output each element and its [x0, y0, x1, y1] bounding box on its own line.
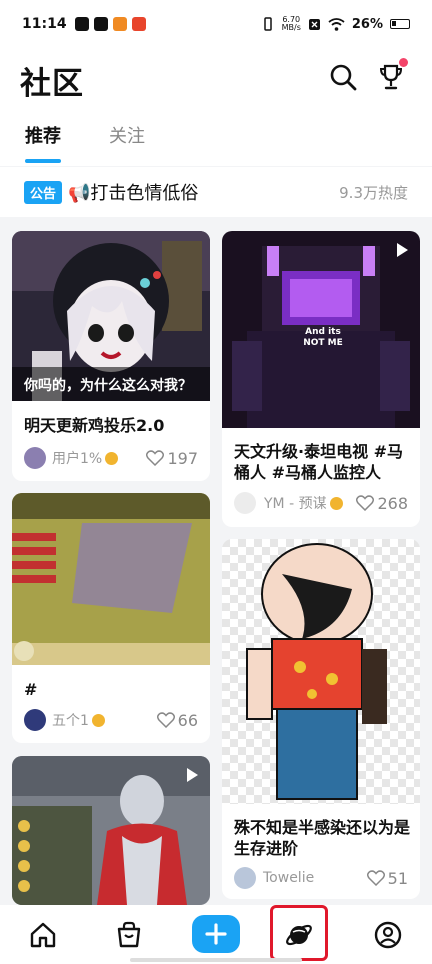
post-image — [222, 539, 420, 804]
user-icon — [374, 921, 402, 949]
post-card[interactable]: 殊不知是半感染还以为是生存进阶 Towelie 51 — [222, 539, 420, 899]
play-icon — [187, 768, 198, 782]
trophy-button[interactable] — [374, 58, 408, 94]
image-caption: 你吗的，为什么这么对我？ — [12, 367, 210, 401]
like-count: 66 — [177, 710, 198, 730]
home-indicator[interactable] — [130, 958, 302, 962]
tiktok-icon — [74, 17, 89, 31]
nav-profile[interactable] — [366, 913, 410, 957]
verified-icon — [91, 713, 105, 727]
battery-icon — [390, 19, 410, 29]
planet-icon — [286, 924, 312, 946]
like-button[interactable]: 66 — [156, 710, 198, 730]
battery-level: 26% — [351, 16, 383, 32]
tab-follow[interactable]: 关注 — [109, 123, 145, 163]
author-name[interactable]: 用户1% — [52, 448, 102, 468]
post-title: 明天更新鸡投乐2.0 — [24, 416, 165, 435]
announcement-text: 📢打击色情低俗 — [68, 183, 199, 204]
community-screen: 11:14 6.70 MB/s 26% 社区 推荐 关注 公告 📢打击色情低俗 … — [0, 0, 432, 964]
net-speed: 6.70 MB/s — [282, 16, 301, 32]
post-meta: YM - 预谋 268 — [234, 492, 408, 514]
avatar[interactable] — [24, 447, 46, 469]
heart-icon — [366, 870, 385, 886]
post-title: 殊不知是半感染还以为是生存进阶 — [234, 818, 411, 858]
avatar[interactable] — [24, 709, 46, 731]
announcement-heat: 9.3万热度 — [339, 183, 408, 202]
net-speed-unit: MB/s — [281, 23, 301, 32]
post-title: # — [24, 680, 38, 699]
like-button[interactable]: 197 — [146, 449, 198, 468]
like-count: 268 — [377, 493, 408, 513]
play-icon — [397, 243, 408, 257]
feed-tabs: 推荐 关注 — [0, 123, 432, 163]
avatar[interactable] — [234, 867, 256, 889]
author-name[interactable]: YM - 预谋 — [264, 493, 327, 513]
avatar[interactable] — [234, 492, 256, 514]
post-image: And its NOT ME — [222, 231, 420, 428]
post-card[interactable]: And its NOT ME 天文升级·泰坦电视 #马桶人 #马桶人监控人 YM… — [222, 231, 420, 527]
bottom-nav — [0, 905, 432, 964]
announcement-bar[interactable]: 公告 📢打击色情低俗 9.3万热度 — [0, 167, 432, 217]
no-sim-icon — [308, 18, 320, 30]
home-icon — [30, 922, 56, 948]
post-card[interactable]: 你吗的，为什么这么对我？ 明天更新鸡投乐2.0 用户1% 197 — [12, 231, 210, 481]
nav-home[interactable] — [21, 913, 65, 957]
verified-icon — [329, 496, 343, 510]
status-right: 6.70 MB/s 26% — [261, 16, 410, 32]
notification-dot — [399, 58, 408, 67]
author-name[interactable]: Towelie — [263, 870, 314, 886]
plus-icon — [205, 923, 227, 945]
app-icon — [93, 17, 108, 31]
nav-create-button[interactable] — [192, 915, 240, 953]
like-count: 197 — [167, 448, 198, 468]
shopping-bag-icon — [117, 921, 141, 948]
image-caption: And its NOT ME — [303, 327, 343, 348]
post-image — [12, 756, 210, 905]
like-count: 51 — [387, 868, 408, 888]
app-icon — [131, 17, 146, 31]
post-meta: 五个1 66 — [24, 709, 198, 731]
heart-icon — [356, 495, 375, 511]
search-icon — [330, 64, 357, 91]
like-button[interactable]: 51 — [366, 868, 408, 888]
heart-icon — [156, 712, 175, 728]
post-card[interactable]: # 五个1 66 — [12, 493, 210, 743]
wifi-icon — [328, 17, 345, 31]
like-button[interactable]: 268 — [356, 494, 408, 513]
post-meta: Towelie 51 — [234, 867, 408, 889]
heart-icon — [146, 450, 165, 466]
status-app-icons — [74, 17, 146, 31]
post-meta: 用户1% 197 — [24, 447, 198, 469]
status-time: 11:14 — [22, 16, 67, 32]
status-bar: 11:14 6.70 MB/s 26% — [0, 0, 432, 48]
app-icon — [112, 17, 127, 31]
verified-icon — [105, 451, 119, 465]
page-header: 社区 推荐 关注 — [0, 48, 432, 166]
tab-recommend[interactable]: 推荐 — [25, 123, 61, 163]
nav-community[interactable] — [277, 913, 321, 957]
announcement-badge: 公告 — [24, 180, 63, 204]
author-name[interactable]: 五个1 — [52, 710, 89, 730]
post-card[interactable] — [12, 756, 210, 905]
page-title: 社区 — [20, 66, 84, 102]
search-button[interactable] — [326, 60, 360, 94]
nav-shop[interactable] — [107, 913, 151, 957]
post-title: 天文升级·泰坦电视 #马桶人 #马桶人监控人 — [234, 442, 404, 482]
post-image — [12, 493, 210, 665]
post-image: 你吗的，为什么这么对我？ — [12, 231, 210, 401]
vibrate-icon — [263, 17, 272, 31]
